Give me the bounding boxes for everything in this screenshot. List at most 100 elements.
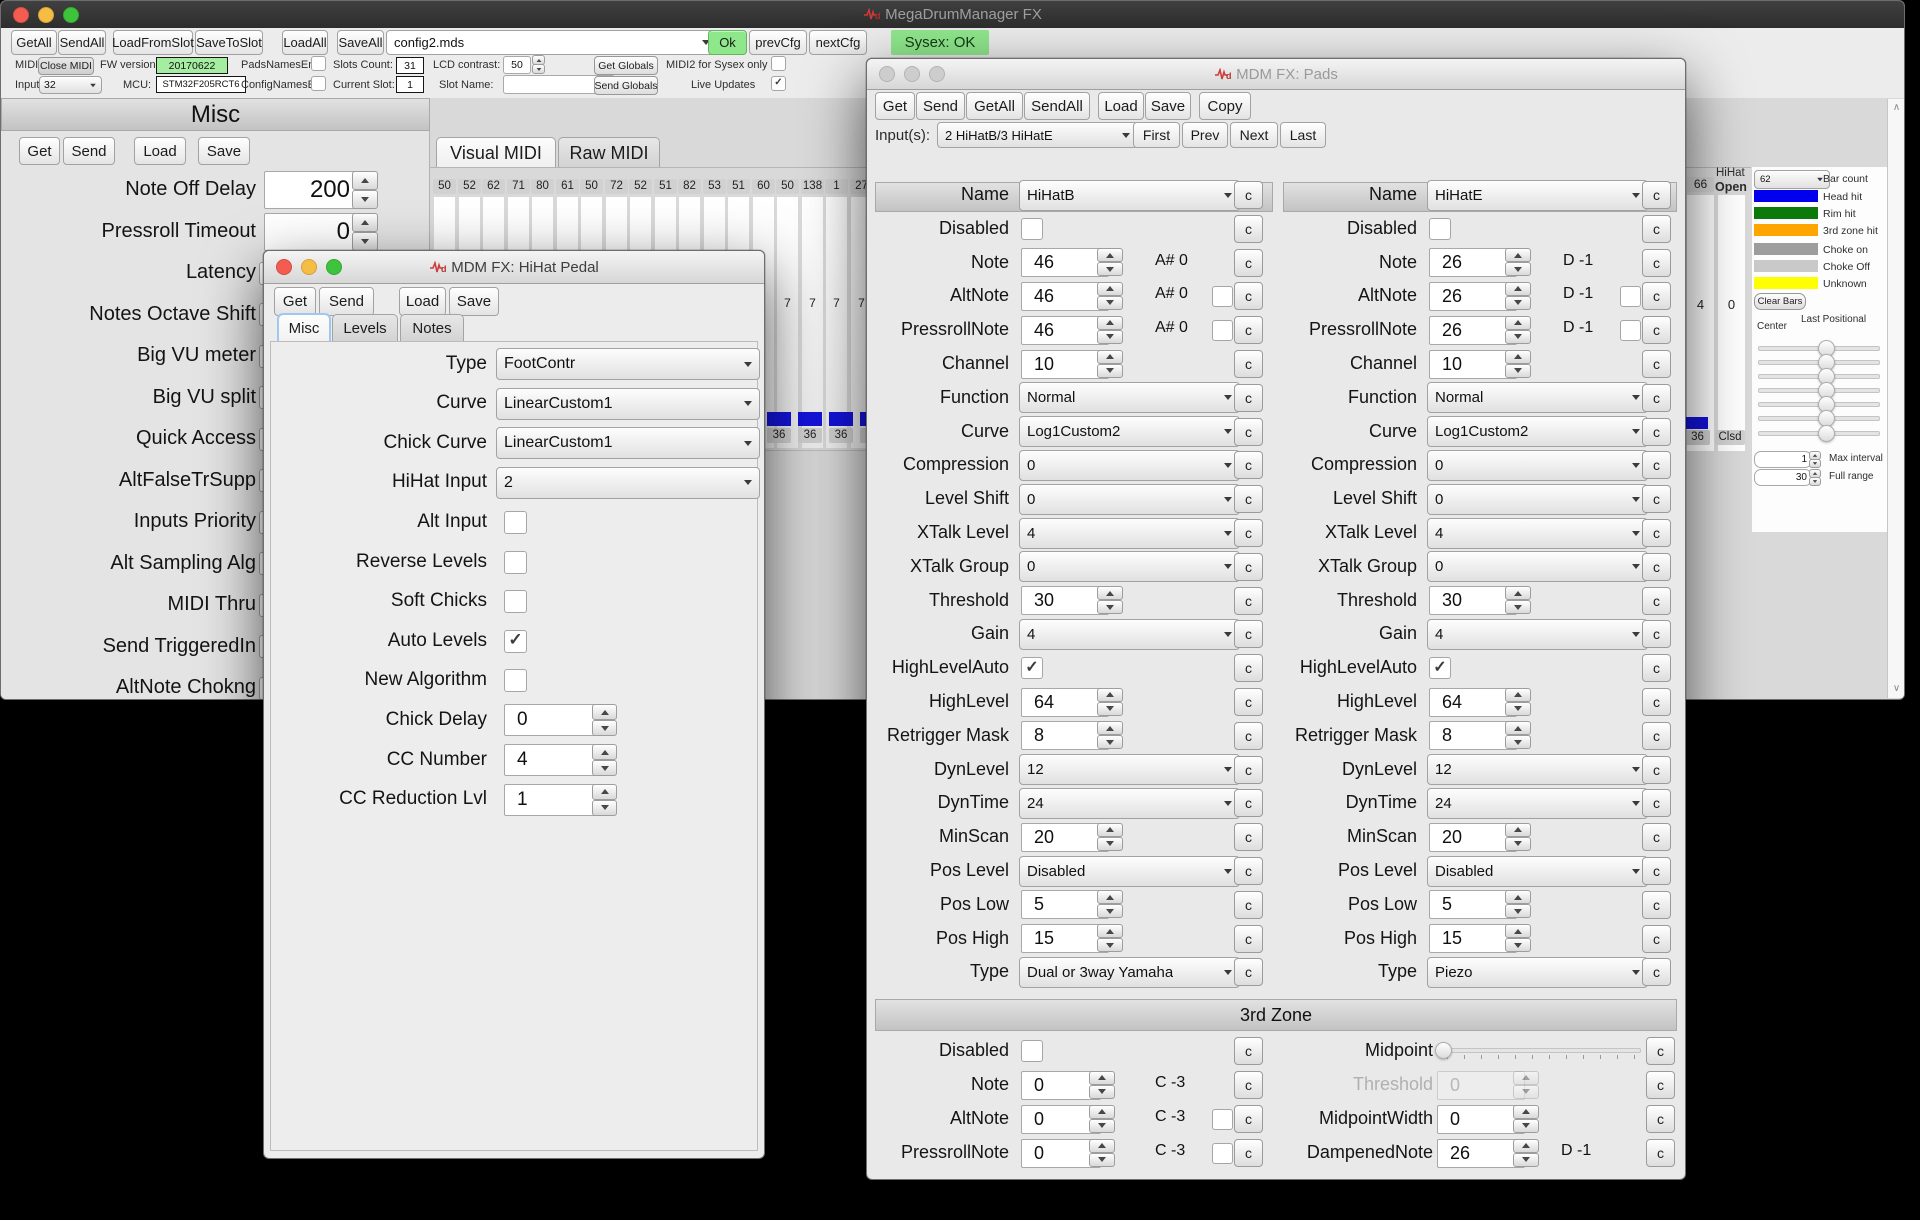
copy-head-name-button[interactable]: c — [1234, 181, 1263, 209]
close-button[interactable] — [13, 7, 29, 23]
head-xtalk-level-dropdown[interactable]: 4 — [1019, 518, 1240, 549]
rim-curve-dropdown[interactable]: Log1Custom2 — [1427, 416, 1648, 447]
rim-disabled-checkbox[interactable] — [1429, 218, 1451, 240]
head-retrigger-mask-stepper[interactable] — [1097, 721, 1123, 748]
step-down-button[interactable] — [592, 800, 617, 816]
step-down-button[interactable] — [1097, 364, 1123, 378]
clear-bars-button[interactable]: Clear Bars — [1754, 293, 1806, 310]
copy-rim-disabled-button[interactable]: c — [1642, 215, 1671, 243]
misc-send-button[interactable]: Send — [63, 137, 115, 165]
full-range-field[interactable]: 30 — [1754, 469, 1812, 486]
misc-note-off-delay-field[interactable]: 200 — [264, 171, 361, 209]
tab-notes[interactable]: Notes — [400, 314, 464, 342]
step-up-button[interactable] — [1505, 316, 1531, 330]
head-type-dropdown[interactable]: Dual or 3way Yamaha — [1019, 957, 1240, 988]
step-up-button[interactable] — [1097, 248, 1123, 262]
step-up-button[interactable] — [1089, 1105, 1115, 1119]
head-level-shift-dropdown[interactable]: 0 — [1019, 484, 1240, 515]
third-zone-midpointwidth-field[interactable]: 0 — [1437, 1105, 1525, 1134]
step-up-button[interactable] — [1089, 1071, 1115, 1085]
step-down-button[interactable] — [1089, 1153, 1115, 1167]
head-name-dropdown[interactable]: HiHatB — [1019, 180, 1240, 211]
copy-rim-highlevel-button[interactable]: c — [1642, 688, 1671, 716]
minimize-button[interactable] — [904, 66, 920, 82]
zoom-button[interactable] — [63, 7, 79, 23]
copy-head-pos-level-button[interactable]: c — [1234, 857, 1263, 885]
minimize-button[interactable] — [301, 259, 317, 275]
copy-third-zone-pressrollnote-button[interactable]: c — [1234, 1139, 1263, 1167]
rim-note-stepper[interactable] — [1505, 248, 1531, 275]
pedal-save-button[interactable]: Save — [449, 287, 499, 316]
cc-reduction-lvl-field[interactable]: 1 — [504, 784, 602, 816]
copy-head-minscan-button[interactable]: c — [1234, 823, 1263, 851]
head-function-dropdown[interactable]: Normal — [1019, 382, 1240, 413]
vertical-scrollbar[interactable]: ∧ ∨ — [1887, 99, 1905, 698]
head-channel-stepper[interactable] — [1097, 350, 1123, 377]
copy-head-pressrollnote-button[interactable]: c — [1234, 316, 1263, 344]
rim-level-shift-dropdown[interactable]: 0 — [1427, 484, 1648, 515]
cc-number-stepper[interactable] — [592, 744, 617, 774]
cc-reduction-lvl-stepper[interactable] — [592, 784, 617, 814]
head-disabled-checkbox[interactable] — [1021, 218, 1043, 240]
slots-count-field[interactable]: 31 — [396, 57, 424, 74]
third-zone-pressrollnote-stepper[interactable] — [1089, 1139, 1115, 1166]
get-globals-button[interactable]: Get Globals — [594, 56, 658, 75]
copy-head-compression-button[interactable]: c — [1234, 451, 1263, 479]
copy-rim-compression-button[interactable]: c — [1642, 451, 1671, 479]
pad-input-dropdown[interactable]: 2 HiHatB/3 HiHatE — [937, 122, 1138, 148]
rim-pressrollnote-note-checkbox[interactable] — [1620, 320, 1641, 341]
close-button[interactable] — [276, 259, 292, 275]
third-zone-threshold-field[interactable]: 0 — [1437, 1071, 1525, 1100]
head-highlevel-stepper[interactable] — [1097, 688, 1123, 715]
step-down-button[interactable] — [1505, 938, 1531, 952]
copy-head-xtalk-group-button[interactable]: c — [1234, 553, 1263, 581]
step-up-button[interactable] — [1097, 688, 1123, 702]
head-compression-dropdown[interactable]: 0 — [1019, 450, 1240, 481]
step-down-button[interactable] — [1505, 904, 1531, 918]
current-slot-field[interactable]: 1 — [396, 76, 424, 93]
head-note-stepper[interactable] — [1097, 248, 1123, 275]
lcd-contrast-field[interactable]: 50 — [503, 56, 531, 74]
tab-levels[interactable]: Levels — [332, 314, 398, 342]
step-up-button[interactable] — [352, 171, 378, 190]
head-altnote-field[interactable]: 46 — [1021, 282, 1109, 311]
tab-misc[interactable]: Misc — [278, 314, 330, 342]
misc-save-button[interactable]: Save — [198, 137, 250, 165]
third-zone-dampenednote-field[interactable]: 26 — [1437, 1139, 1525, 1168]
head-pressrollnote-note-checkbox[interactable] — [1212, 320, 1233, 341]
inputs-dropdown[interactable]: 32 — [39, 76, 102, 94]
head-retrigger-mask-field[interactable]: 8 — [1021, 721, 1109, 750]
curve-dropdown[interactable]: LinearCustom1 — [496, 388, 760, 420]
minimize-button[interactable] — [38, 7, 54, 23]
tab-raw-midi[interactable]: Raw MIDI — [558, 137, 660, 168]
rim-highlevel-stepper[interactable] — [1505, 688, 1531, 715]
head-highlevelauto-checkbox[interactable] — [1021, 657, 1043, 679]
rim-gain-dropdown[interactable]: 4 — [1427, 619, 1648, 650]
head-xtalk-group-dropdown[interactable]: 0 — [1019, 551, 1240, 582]
copy-third-zone-midpointwidth-button[interactable]: c — [1646, 1105, 1675, 1133]
midi2-sysex-checkbox[interactable] — [771, 56, 786, 71]
step-up-button[interactable] — [1505, 688, 1531, 702]
loadall-button[interactable]: LoadAll — [282, 30, 328, 55]
head-dynlevel-dropdown[interactable]: 12 — [1019, 754, 1240, 785]
step-down-button[interactable] — [592, 720, 617, 736]
copy-head-dynlevel-button[interactable]: c — [1234, 756, 1263, 784]
step-up-button[interactable] — [1505, 248, 1531, 262]
last-pad-button[interactable]: Last — [1280, 122, 1326, 148]
zoom-button[interactable] — [929, 66, 945, 82]
step-up-button[interactable] — [592, 744, 617, 760]
step-down-button[interactable] — [1505, 364, 1531, 378]
step-down-button[interactable] — [1513, 1085, 1539, 1099]
step-down-button[interactable] — [1097, 938, 1123, 952]
midpoint-slider-thumb[interactable] — [1435, 1042, 1452, 1059]
copy-head-highlevelauto-button[interactable]: c — [1234, 654, 1263, 682]
copy-head-pos-high-button[interactable]: c — [1234, 925, 1263, 953]
rim-threshold-stepper[interactable] — [1505, 586, 1531, 613]
copy-third-zone-altnote-button[interactable]: c — [1234, 1105, 1263, 1133]
misc-load-button[interactable]: Load — [134, 137, 186, 165]
head-gain-dropdown[interactable]: 4 — [1019, 619, 1240, 650]
alt-input-checkbox[interactable] — [504, 511, 527, 534]
copy-head-pos-low-button[interactable]: c — [1234, 891, 1263, 919]
pads-send-button[interactable]: Send — [916, 92, 965, 120]
step-down-button[interactable] — [1505, 735, 1531, 749]
